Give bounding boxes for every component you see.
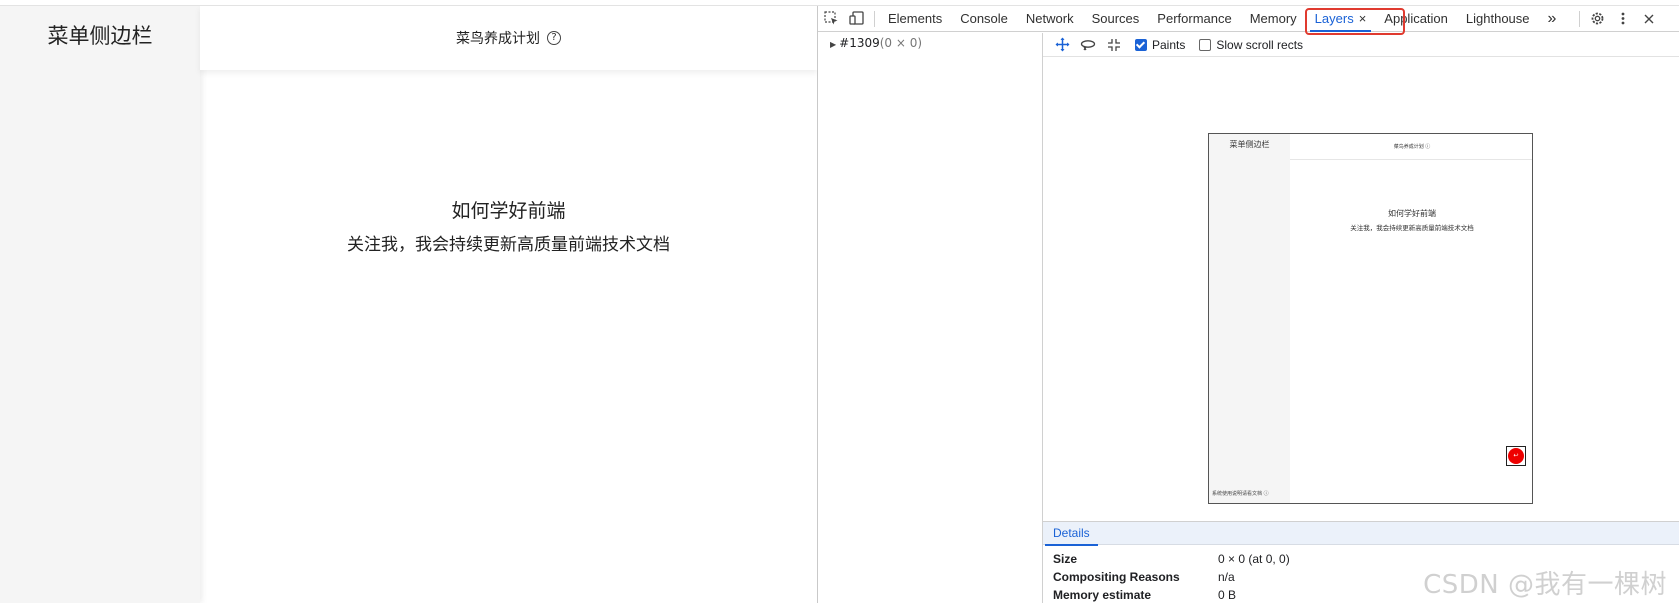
toolbar-divider: [1579, 10, 1581, 27]
expand-arrow-icon[interactable]: ▶: [830, 40, 836, 49]
thumbnail-button-icon: ↩: [1508, 448, 1524, 464]
tab-console[interactable]: Console: [951, 6, 1017, 32]
pan-mode-icon[interactable]: [1049, 33, 1075, 57]
tab-network[interactable]: Network: [1017, 6, 1083, 32]
tab-label: Application: [1384, 10, 1448, 26]
details-key: Compositing Reasons: [1053, 570, 1180, 584]
close-devtools-icon[interactable]: [1636, 6, 1662, 32]
sidebar-title: 菜单侧边栏: [47, 24, 153, 48]
paints-label: Paints: [1152, 37, 1186, 52]
details-value: 0 B: [1218, 588, 1237, 602]
tab-lighthouse[interactable]: Lighthouse: [1457, 6, 1539, 32]
layer-tree: ▶ #1309(0 × 0): [818, 33, 1043, 603]
tree-node-size: (0 × 0): [879, 36, 923, 50]
web-page: 菜单侧边栏 菜鸟养成计划 ? 如何学好前端 关注我，我会持续更新高质量前端技术文…: [0, 6, 817, 603]
tab-label: Console: [960, 10, 1008, 26]
content-subheading: 关注我，我会持续更新高质量前端技术文档: [347, 235, 670, 255]
details-value: n/a: [1218, 570, 1235, 584]
watermark: CSDN @我有一棵树: [1423, 570, 1667, 600]
details-key: Memory estimate: [1053, 588, 1152, 602]
layers-toolbar: Paints Slow scroll rects: [1043, 33, 1679, 57]
content-heading: 如何学好前端: [451, 200, 566, 222]
paints-checkbox[interactable]: [1135, 38, 1147, 51]
devtools-tabs: Elements Console Network Sources Performance…: [879, 6, 1539, 32]
tab-memory[interactable]: Memory: [1241, 6, 1306, 32]
tab-label: Performance: [1157, 10, 1232, 26]
layers-viewport[interactable]: 菜单侧边栏 系统使用说明请看文档 ⓘ 菜鸟养成计划 ⓘ 如何学好前端 关注我，我…: [1043, 57, 1679, 521]
tab-application[interactable]: Application: [1375, 6, 1457, 32]
page-header-title: 菜鸟养成计划: [456, 31, 540, 47]
layers-main: Paints Slow scroll rects 菜单侧边栏 系统使用说明请看文…: [1043, 33, 1679, 603]
more-options-icon[interactable]: [1610, 6, 1636, 32]
slow-scroll-checkbox[interactable]: [1199, 38, 1212, 51]
reset-transform-icon[interactable]: [1101, 33, 1127, 57]
more-tabs-icon[interactable]: »: [1539, 6, 1566, 32]
details-value: 0 × 0 (at 0, 0): [1218, 552, 1290, 566]
thumbnail-sidebar-footer: 系统使用说明请看文档 ⓘ: [1212, 491, 1269, 497]
devtools-toolbar: Elements Console Network Sources Performance…: [818, 6, 1679, 32]
devtools-panel: Elements Console Network Sources Performance…: [817, 6, 1679, 603]
page-header: 菜鸟养成计划 ?: [200, 6, 817, 70]
thumbnail-header: 菜鸟养成计划 ⓘ: [1290, 134, 1532, 160]
page-thumbnail[interactable]: 菜单侧边栏 系统使用说明请看文档 ⓘ 菜鸟养成计划 ⓘ 如何学好前端 关注我，我…: [1208, 133, 1533, 504]
gear-icon[interactable]: [1584, 6, 1610, 32]
tab-label: Elements: [888, 10, 943, 26]
device-toolbar-icon[interactable]: [844, 6, 870, 32]
details-tabbar: Details: [1043, 521, 1679, 546]
thumbnail-heading: 如何学好前端: [1388, 209, 1436, 218]
close-tab-icon[interactable]: ×: [1359, 11, 1367, 26]
tab-sources[interactable]: Sources: [1083, 6, 1149, 32]
tab-label: Network: [1025, 10, 1074, 26]
sidebar: 菜单侧边栏: [0, 6, 200, 603]
thumbnail-sidebar: 菜单侧边栏 系统使用说明请看文档 ⓘ: [1209, 134, 1290, 503]
tab-performance[interactable]: Performance: [1148, 6, 1240, 32]
inspect-element-icon[interactable]: [818, 6, 844, 32]
tab-layers[interactable]: Layers ×: [1306, 6, 1376, 32]
tab-label: Memory: [1249, 10, 1297, 26]
tree-node[interactable]: ▶ #1309(0 × 0): [830, 36, 922, 50]
details-tab[interactable]: Details: [1043, 522, 1100, 546]
tab-elements[interactable]: Elements: [879, 6, 951, 32]
page-content: 如何学好前端 关注我，我会持续更新高质量前端技术文档: [200, 70, 817, 603]
slow-scroll-label: Slow scroll rects: [1216, 37, 1304, 52]
help-icon[interactable]: ?: [547, 31, 561, 45]
tab-label: Lighthouse: [1465, 10, 1530, 26]
rotate-mode-icon[interactable]: [1075, 33, 1101, 57]
tab-label: Layers: [1314, 10, 1354, 26]
details-key: Size: [1053, 552, 1078, 566]
tree-node-id: #1309: [839, 36, 880, 50]
toolbar-divider: [874, 10, 875, 27]
thumbnail-subheading: 关注我，我会持续更新高质量前端技术文档: [1350, 224, 1474, 232]
thumbnail-sidebar-title: 菜单侧边栏: [1229, 140, 1270, 149]
thumbnail-red-layer[interactable]: ↩: [1506, 446, 1526, 466]
tab-label: Sources: [1091, 10, 1140, 26]
